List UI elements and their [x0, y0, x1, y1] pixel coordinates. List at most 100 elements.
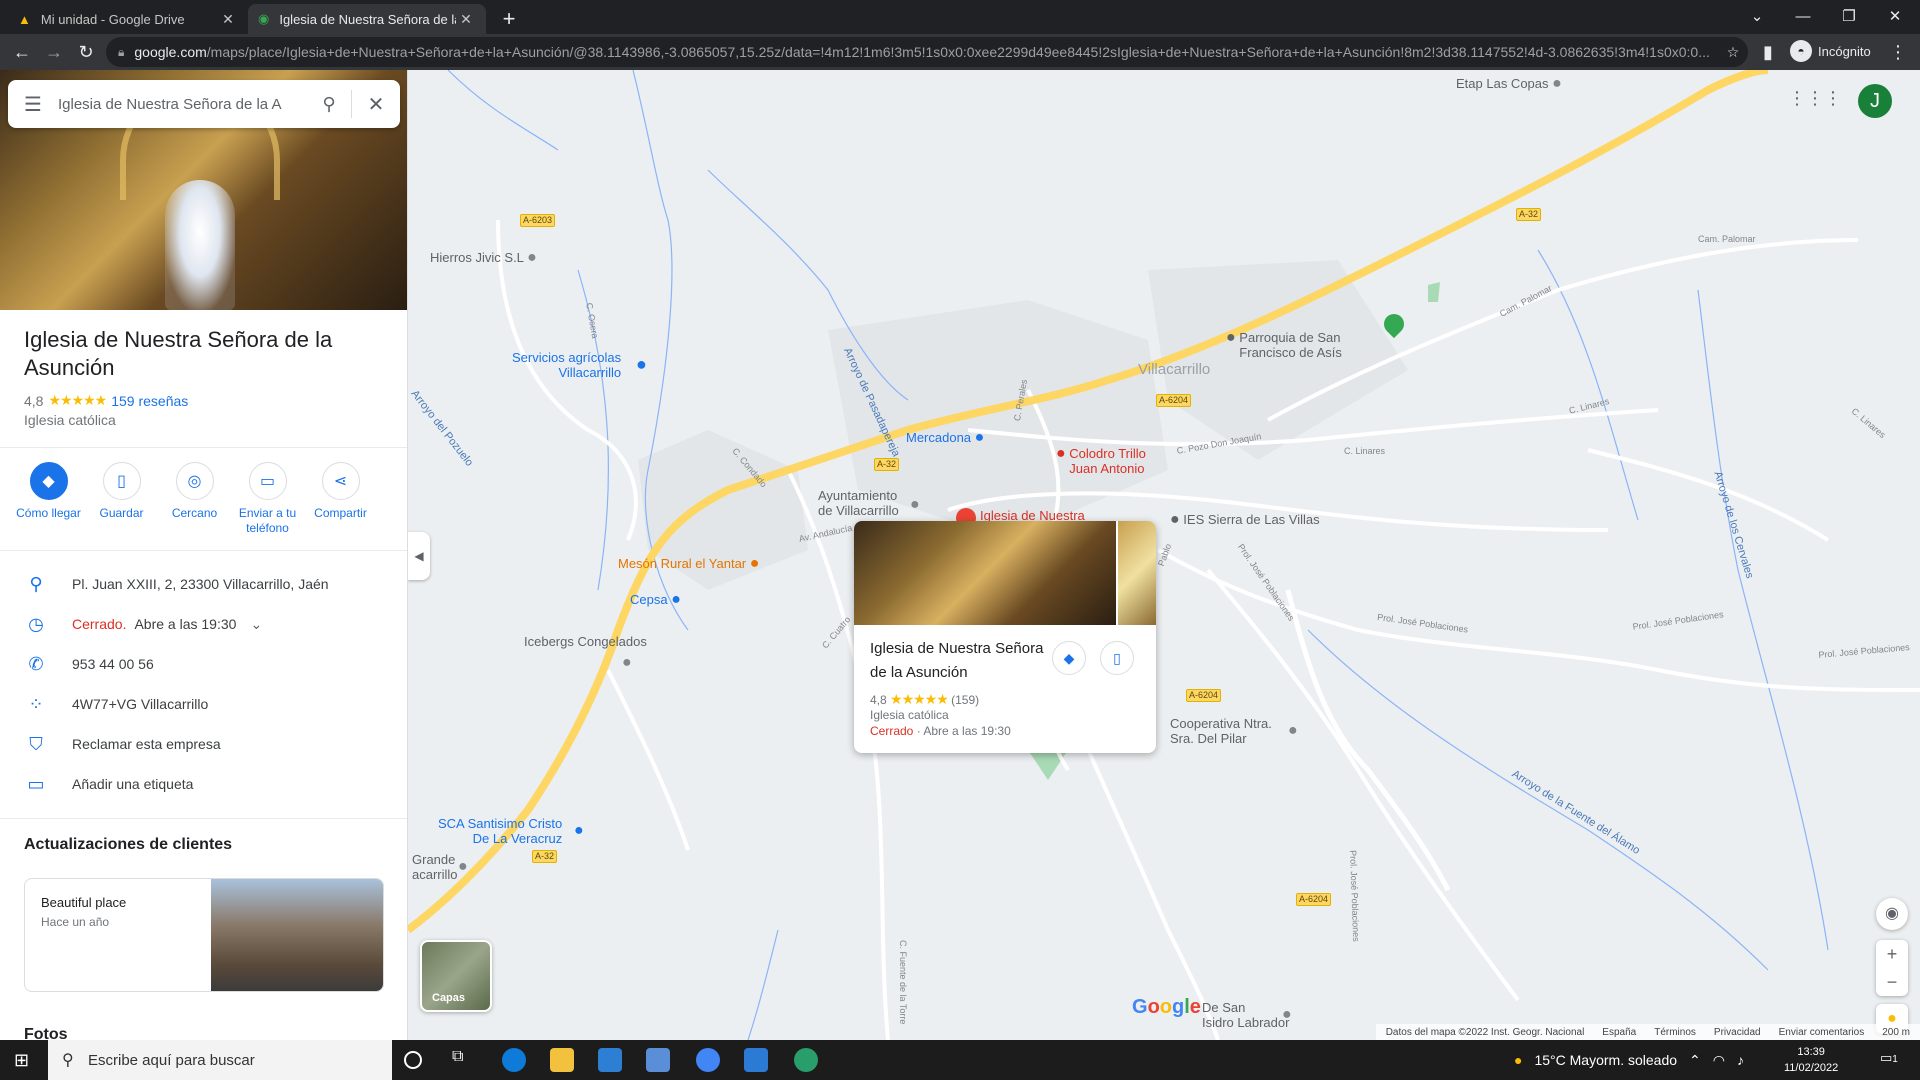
edge-icon[interactable]	[502, 1048, 526, 1072]
weather-text[interactable]: 15°C Mayorm. soleado	[1534, 1052, 1677, 1068]
close-tab-icon[interactable]: ✕	[456, 11, 476, 28]
file-explorer-icon[interactable]	[550, 1048, 574, 1072]
phone-row[interactable]: ✆ 953 44 00 56	[0, 644, 407, 684]
search-icon[interactable]: ⚲	[307, 94, 351, 115]
clear-search-icon[interactable]: ✕	[352, 92, 400, 117]
close-tab-icon[interactable]: ✕	[218, 11, 238, 28]
reviews-link[interactable]: 159 reseñas	[111, 393, 188, 409]
location-pin-icon[interactable]: ●	[1282, 1006, 1292, 1024]
popup-bookmark-icon[interactable]: ▯	[1100, 641, 1134, 675]
poi-icebergs[interactable]: Icebergs Congelados	[524, 634, 647, 649]
popup-photo[interactable]	[854, 521, 1116, 625]
clock[interactable]: 13:39 11/02/2022	[1784, 1044, 1838, 1076]
terms-link[interactable]: Términos	[1654, 1027, 1696, 1038]
incognito-indicator[interactable]: ◓ Incógnito	[1790, 40, 1871, 62]
tab-google-maps[interactable]: ◉ Iglesia de Nuestra Señora de la A ✕	[248, 4, 486, 34]
chevron-down-icon[interactable]: ⌄	[250, 616, 262, 633]
forward-button[interactable]: →	[42, 40, 66, 64]
photo-altar-shrine	[165, 180, 235, 310]
add-label-row[interactable]: ▭ Añadir una etiqueta	[0, 764, 407, 804]
nearby-button[interactable]: ◎ Cercano	[158, 462, 231, 536]
zoom-out-button[interactable]: −	[1876, 968, 1908, 996]
restore-button[interactable]: ❐	[1826, 4, 1872, 30]
poi-mercadona[interactable]: Mercadona ●	[906, 430, 984, 446]
save-button[interactable]: ▯ Guardar	[85, 462, 158, 536]
close-window-button[interactable]: ✕	[1872, 4, 1918, 30]
notification-icon[interactable]: ▭1	[1880, 1050, 1898, 1066]
search-input[interactable]	[58, 95, 307, 113]
my-location-button[interactable]: ◉	[1876, 898, 1908, 930]
reload-button[interactable]: ↻	[74, 40, 98, 64]
address-row[interactable]: ⚲ Pl. Juan XXIII, 2, 23300 Villacarrillo…	[0, 564, 407, 604]
new-tab-button[interactable]: +	[496, 6, 522, 32]
task-view-icon[interactable]: ⧉	[452, 1048, 476, 1072]
side-panel-icon[interactable]: ▮	[1756, 40, 1780, 64]
layers-toggle[interactable]: Capas	[420, 940, 492, 1012]
collapse-panel-button[interactable]: ◀	[408, 532, 430, 580]
taskbar-search[interactable]: ⚲ Escribe aquí para buscar	[48, 1040, 392, 1080]
app-icon[interactable]	[794, 1048, 818, 1072]
address-bar[interactable]: 🔒︎ google.com/maps/place/Iglesia+de+Nues…	[106, 37, 1748, 67]
poi-meson-rural[interactable]: Mesón Rural el Yantar ●	[618, 556, 759, 572]
network-icon[interactable]: ◠	[1713, 1052, 1725, 1069]
place-popup-card[interactable]: Iglesia de Nuestra Señora de la Asunción…	[854, 521, 1156, 753]
location-pin-icon[interactable]: ●	[1288, 722, 1298, 740]
location-pin-icon[interactable]: ●	[458, 858, 468, 876]
poi-cepsa[interactable]: Cepsa ●	[630, 592, 681, 608]
poi-grande[interactable]: Grande acarrillo	[412, 852, 458, 882]
poi-colodro-trillo[interactable]: ● Colodro Trillo Juan Antonio	[1056, 446, 1146, 477]
account-avatar[interactable]: J	[1858, 84, 1892, 118]
send-to-phone-button[interactable]: ▭ Enviar a tu teléfono	[231, 462, 304, 536]
poi-hierros-jivic[interactable]: Hierros Jivic S.L ●	[430, 250, 537, 266]
shop-icon[interactable]: ●	[636, 354, 647, 375]
minimize-button[interactable]: —	[1780, 4, 1826, 30]
chevron-up-icon[interactable]: ⌃	[1689, 1052, 1701, 1069]
factory-icon[interactable]: ●	[574, 822, 584, 840]
city-hall-icon[interactable]: ●	[910, 496, 920, 514]
plus-code-row[interactable]: ⁘ 4W77+VG Villacarrillo	[0, 684, 407, 724]
creek-line	[447, 70, 559, 151]
rating-stars: ★★★★★	[48, 392, 107, 408]
cortana-icon[interactable]	[404, 1051, 422, 1069]
tab-search-icon[interactable]: ⌄	[1734, 4, 1780, 30]
poi-sca-santisimo[interactable]: SCA Santisimo Cristo De La Veracruz	[438, 816, 562, 846]
popup-directions-icon[interactable]: ◆	[1052, 641, 1086, 675]
place-category[interactable]: Iglesia católica	[24, 412, 116, 428]
menu-icon[interactable]: ☰	[8, 92, 58, 117]
poi-ies-sierra[interactable]: ● IES Sierra de Las Villas	[1170, 512, 1320, 528]
map-attribution: Datos del mapa ©2022 Inst. Geogr. Nacion…	[1375, 1024, 1920, 1040]
back-button[interactable]: ←	[10, 40, 34, 64]
map-canvas[interactable]: A-6203 A-32 A-32 A-32 A-6204 A-6204 A-62…	[408, 70, 1920, 1040]
volume-icon[interactable]: ♪	[1737, 1052, 1744, 1068]
share-button[interactable]: ⋖ Compartir	[304, 462, 377, 536]
windows-start-icon[interactable]: ⊞	[14, 1050, 29, 1071]
country-link[interactable]: España	[1602, 1027, 1636, 1038]
feedback-link[interactable]: Enviar comentarios	[1779, 1027, 1865, 1038]
privacy-link[interactable]: Privacidad	[1714, 1027, 1761, 1038]
directions-button[interactable]: ◆ Cómo llegar	[12, 462, 85, 536]
chrome-icon[interactable]	[696, 1048, 720, 1072]
browser-menu-icon[interactable]: ⋮	[1886, 40, 1910, 64]
poi-parroquia-san-francisco[interactable]: ● Parroquia de San Francisco de Asís	[1226, 330, 1342, 361]
zoom-in-button[interactable]: +	[1876, 940, 1908, 968]
tab-google-drive[interactable]: ▲ Mi unidad - Google Drive ✕	[8, 4, 248, 34]
road	[1157, 548, 1920, 692]
poi-cooperativa[interactable]: Cooperativa Ntra. Sra. Del Pilar	[1170, 716, 1272, 746]
customer-update-card[interactable]: Beautiful place Hace un año	[24, 878, 384, 992]
scale-label[interactable]: 200 m	[1882, 1027, 1910, 1038]
bookmark-star-icon[interactable]: ☆	[1718, 44, 1748, 61]
store-icon[interactable]	[646, 1048, 670, 1072]
directions-icon: ◆	[29, 462, 68, 500]
poi-servicios-agricolas[interactable]: Servicios agrícolas Villacarrillo	[512, 350, 621, 380]
poi-ayuntamiento[interactable]: Ayuntamiento de Villacarrillo	[818, 488, 899, 518]
vscode-icon[interactable]	[744, 1048, 768, 1072]
google-apps-icon[interactable]: ⋮⋮⋮	[1788, 88, 1842, 109]
hours-row[interactable]: ◷ Cerrado. Abre a las 19:30 ⌄	[0, 604, 407, 644]
claim-business-row[interactable]: ⛉ Reclamar esta empresa	[0, 724, 407, 764]
mail-icon[interactable]	[598, 1048, 622, 1072]
poi-san-isidro[interactable]: De San Isidro Labrador	[1202, 1000, 1289, 1030]
poi-etap-las-copas[interactable]: Etap Las Copas ●	[1456, 76, 1562, 92]
popup-stars: ★★★★★	[890, 691, 949, 707]
location-pin-icon[interactable]: ●	[622, 654, 632, 672]
popup-photo-secondary[interactable]	[1118, 521, 1156, 625]
